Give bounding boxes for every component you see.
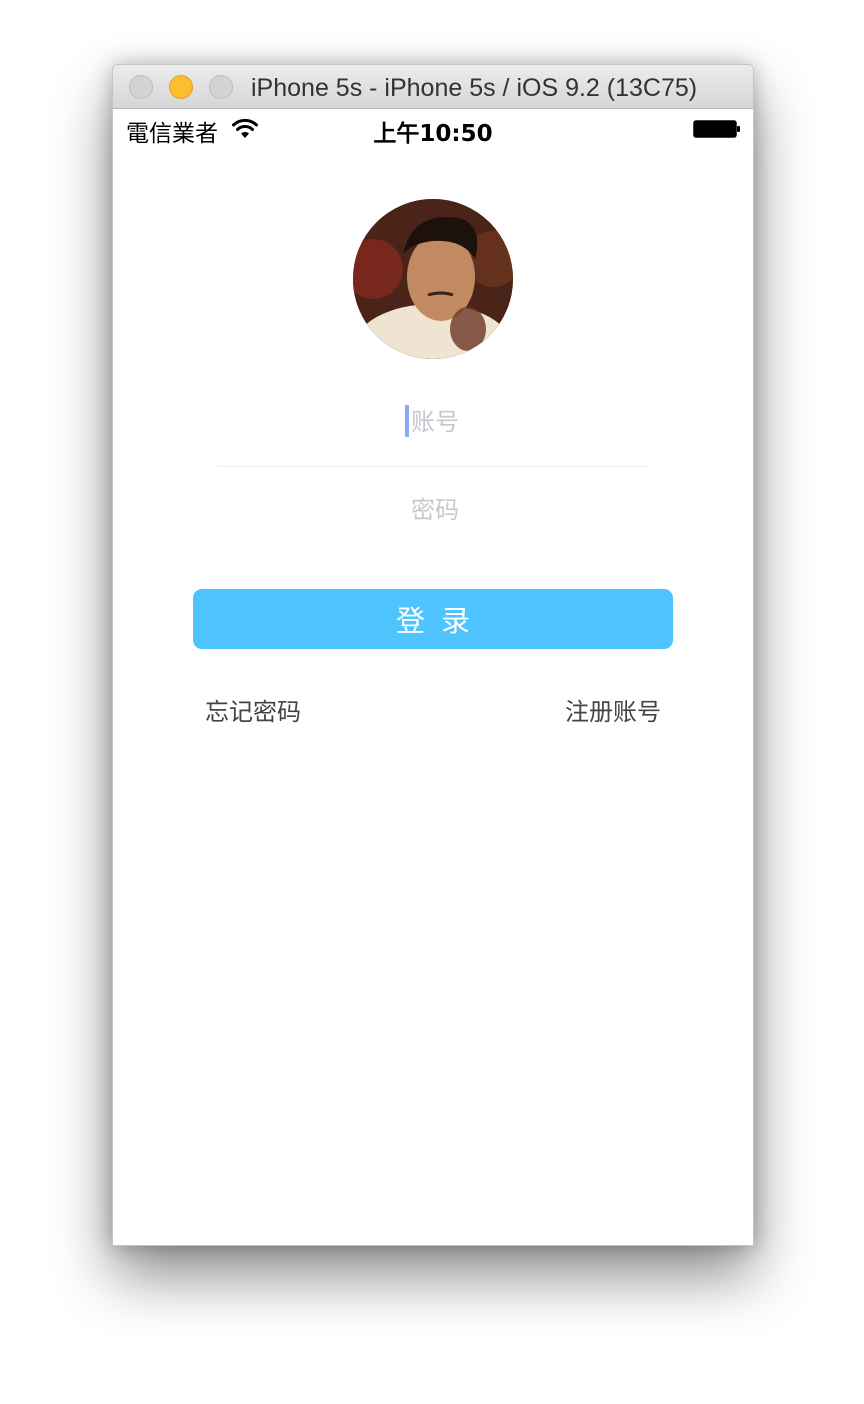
battery-icon bbox=[693, 120, 740, 138]
forgot-password-link[interactable]: 忘记密码 bbox=[205, 692, 301, 727]
device-screen: 電信業者 上午10:50 账号 登录 忘记密码 注册账号 bbox=[113, 109, 753, 1245]
register-account-link[interactable]: 注册账号 bbox=[565, 692, 661, 727]
login-button[interactable]: 登录 bbox=[193, 589, 673, 649]
window-title: iPhone 5s - iPhone 5s / iOS 9.2 (13C75) bbox=[251, 74, 698, 102]
user-avatar bbox=[353, 199, 513, 359]
password-field-row[interactable] bbox=[217, 479, 653, 541]
account-input[interactable] bbox=[217, 391, 653, 453]
close-window-button[interactable] bbox=[129, 75, 153, 99]
password-input[interactable] bbox=[217, 479, 653, 541]
avatar-portrait-image bbox=[353, 199, 513, 359]
account-field-row[interactable] bbox=[217, 391, 653, 453]
input-divider bbox=[217, 466, 649, 467]
simulator-window: iPhone 5s - iPhone 5s / iOS 9.2 (13C75) … bbox=[112, 64, 754, 1246]
window-titlebar[interactable]: iPhone 5s - iPhone 5s / iOS 9.2 (13C75) bbox=[113, 65, 753, 109]
status-bar: 電信業者 上午10:50 bbox=[113, 109, 753, 149]
zoom-window-button[interactable] bbox=[209, 75, 233, 99]
minimize-window-button[interactable] bbox=[169, 75, 193, 99]
text-cursor bbox=[405, 405, 409, 437]
status-time: 上午10:50 bbox=[373, 121, 493, 147]
